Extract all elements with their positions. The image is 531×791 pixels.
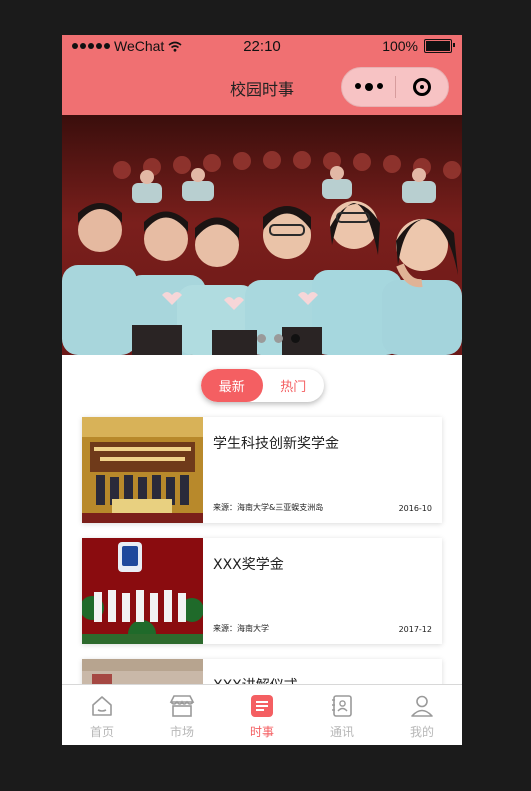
news-icon	[249, 693, 275, 719]
news-date: 2016-10	[398, 504, 432, 513]
news-thumbnail	[82, 417, 203, 523]
news-card[interactable]: XXX奖学金 来源：海南大学 2017-12	[82, 538, 442, 644]
home-icon	[89, 693, 115, 719]
miniprogram-capsule	[341, 67, 449, 107]
tabbar-label: 时事	[249, 725, 274, 739]
tabbar-item-contacts[interactable]: 通讯	[302, 685, 382, 745]
user-icon	[409, 693, 435, 719]
close-icon	[412, 78, 431, 96]
close-button[interactable]	[396, 78, 448, 96]
carousel-dot[interactable]	[257, 334, 266, 343]
tabbar-label: 通讯	[329, 725, 354, 739]
news-title: 学生科技创新奖学金	[213, 436, 339, 452]
tabbar-label: 首页	[89, 725, 114, 739]
carousel-dot-active[interactable]	[291, 334, 300, 343]
banner-image	[62, 115, 462, 355]
battery-icon	[424, 39, 455, 53]
news-tabs: 最新 热门	[201, 369, 324, 402]
news-thumbnail	[82, 538, 203, 644]
banner-carousel[interactable]	[62, 115, 462, 355]
status-bar: WeChat 22:10 100%	[62, 35, 462, 59]
contacts-icon	[329, 693, 355, 719]
bottom-tab-bar: 首页 市场 时事 通讯 我的	[62, 684, 462, 745]
navigation-bar: 校园时事	[62, 59, 462, 115]
tabbar-item-home[interactable]: 首页	[62, 685, 142, 745]
tabbar-label: 市场	[169, 725, 194, 739]
carousel-indicator	[257, 334, 300, 343]
store-icon	[169, 693, 195, 719]
tabbar-item-market[interactable]: 市场	[142, 685, 222, 745]
news-date: 2017-12	[398, 625, 432, 634]
news-card[interactable]: 学生科技创新奖学金 来源：海南大学&三亚蜈支洲岛 2016-10	[82, 417, 442, 523]
tab-hot[interactable]: 热门	[263, 369, 325, 402]
tab-latest[interactable]: 最新	[201, 369, 263, 402]
carousel-dot[interactable]	[274, 334, 283, 343]
news-source: 来源：海南大学&三亚蜈支洲岛	[213, 503, 324, 512]
more-icon[interactable]	[342, 83, 395, 91]
news-tabs-wrapper: 最新 热门	[62, 355, 462, 417]
tabbar-item-profile[interactable]: 我的	[382, 685, 462, 745]
tabbar-label: 我的	[409, 725, 434, 739]
battery-percent: 100%	[382, 38, 418, 54]
news-title: XXX奖学金	[213, 557, 284, 573]
phone-screen: WeChat 22:10 100% 校园时事 最新 热门 学生科技创新奖学金 来…	[62, 35, 462, 745]
news-source: 来源：海南大学	[213, 624, 269, 633]
tabbar-item-news[interactable]: 时事	[222, 685, 302, 745]
